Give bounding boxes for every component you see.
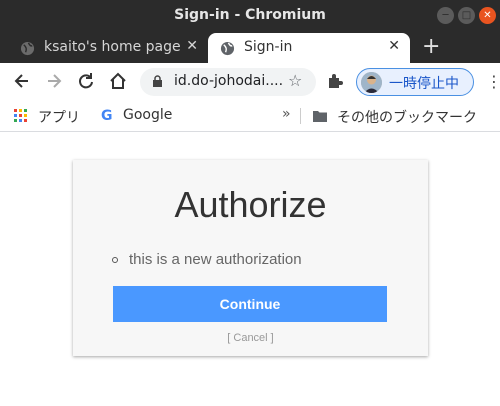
maximize-button[interactable]: □ [458, 7, 475, 24]
circle-bullet-icon [112, 257, 118, 263]
home-icon[interactable] [108, 71, 128, 91]
extensions-puzzle-icon[interactable] [326, 72, 344, 90]
folder-icon[interactable] [313, 110, 327, 122]
lock-icon[interactable] [152, 75, 163, 88]
forward-arrow-icon[interactable] [44, 71, 64, 91]
bookmark-star-icon[interactable]: ☆ [288, 71, 302, 90]
window-titlebar: Sign-in - Chromium ─ □ ✕ [0, 0, 500, 30]
cancel-link[interactable]: [ Cancel ] [73, 332, 428, 344]
reload-icon[interactable] [76, 71, 96, 91]
globe-icon [220, 41, 235, 56]
bookmark-apps[interactable]: アプリ [38, 107, 80, 127]
url-text[interactable]: id.do-johodai.... [174, 73, 283, 89]
back-arrow-icon[interactable] [12, 71, 32, 91]
tab-home-page[interactable]: ksaito's home page ✕ [8, 33, 208, 63]
profile-button[interactable]: 一時停止中 [356, 68, 474, 96]
tab-label: Sign-in [244, 39, 293, 55]
globe-icon [20, 41, 35, 56]
minimize-button[interactable]: ─ [437, 7, 454, 24]
continue-button[interactable]: Continue [113, 286, 387, 322]
browser-toolbar: id.do-johodai.... ☆ 一時停止中 ⋮ [0, 63, 500, 100]
scope-label: this is a new authorization [129, 251, 302, 268]
list-item: this is a new authorization [110, 251, 302, 268]
tab-close-icon[interactable]: ✕ [186, 38, 198, 54]
kebab-menu-icon[interactable]: ⋮ [486, 72, 500, 91]
tab-sign-in[interactable]: Sign-in ✕ [208, 33, 410, 63]
bookmarks-divider [300, 108, 301, 124]
google-logo-icon[interactable]: G [101, 108, 113, 124]
authorize-card: Authorize this is a new authorization Co… [73, 160, 428, 356]
avatar [361, 72, 382, 93]
bookmark-google[interactable]: Google [123, 107, 172, 123]
close-window-button[interactable]: ✕ [479, 7, 496, 24]
apps-grid-icon[interactable] [14, 109, 28, 123]
scope-list: this is a new authorization [110, 251, 302, 268]
window-title: Sign-in - Chromium [174, 7, 326, 23]
tab-label: ksaito's home page [44, 39, 181, 55]
bookmarks-overflow-chevron-icon[interactable]: » [282, 106, 291, 122]
page-title: Authorize [174, 184, 327, 225]
profile-status-label: 一時停止中 [389, 76, 459, 92]
address-bar[interactable]: id.do-johodai.... ☆ [140, 68, 316, 96]
bookmark-other-folder[interactable]: その他のブックマーク [337, 107, 477, 127]
new-tab-button[interactable]: + [422, 34, 440, 59]
bookmarks-bar: アプリ G Google » その他のブックマーク [0, 100, 500, 132]
tab-close-icon[interactable]: ✕ [388, 38, 400, 54]
